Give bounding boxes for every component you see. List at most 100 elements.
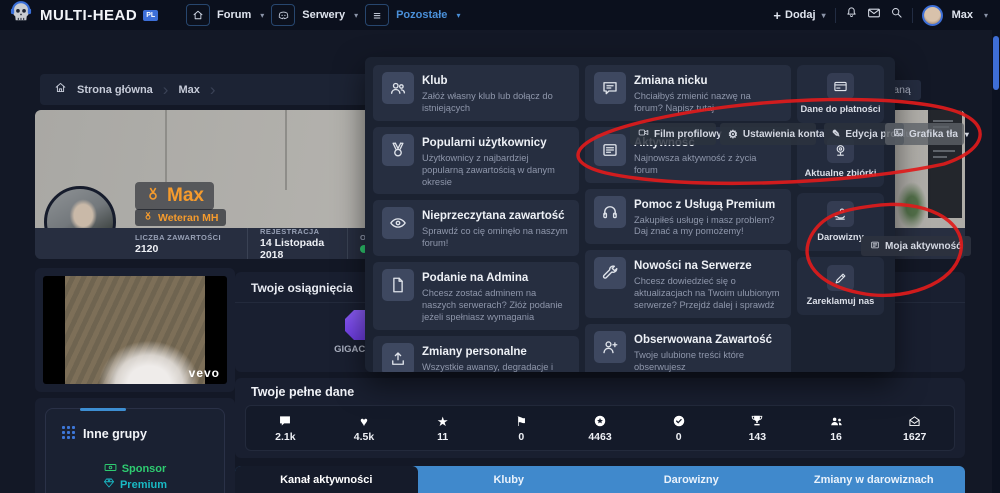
film-profilowy-button[interactable]: Film profilowy	[630, 123, 716, 145]
profile-name: Max	[167, 185, 204, 207]
envelope-icon[interactable]	[867, 6, 881, 25]
groups-card: Inne grupy Sponsor Premium	[35, 398, 235, 493]
camera-icon	[638, 127, 649, 141]
tab-darowizny[interactable]: Darowizny	[600, 466, 783, 493]
user-avatar[interactable]	[922, 5, 943, 26]
home-icon[interactable]	[186, 4, 210, 26]
brand-title: MULTI-HEAD	[40, 7, 137, 24]
menu-item-zmiany-personalne[interactable]: Zmiany personalneWszystkie awansy, degra…	[373, 336, 579, 372]
envelope-open-icon	[908, 414, 921, 429]
tab-zmiany-w-darowiznach[interactable]: Zmiany w darowiznach	[783, 466, 966, 493]
menu-item-obserwowana-zawartosc[interactable]: Obserwowana ZawartośćTwoje ulubione treś…	[585, 324, 791, 372]
home-icon[interactable]	[54, 81, 67, 99]
flag-icon: ⚑	[516, 414, 528, 429]
search-icon[interactable]	[890, 6, 903, 24]
brand[interactable]: MULTI-HEAD PL	[0, 0, 158, 31]
nav-item-serwery[interactable]: Serwery	[302, 9, 345, 21]
menu-item-nowosci[interactable]: Nowości na SerwerzeChcesz dowiedzieć się…	[585, 250, 791, 318]
stat-solved: 0	[639, 414, 718, 443]
group-item-premium[interactable]: Premium	[46, 477, 224, 492]
hamburger-icon[interactable]: ≡	[365, 4, 389, 26]
skull-logo-icon	[8, 0, 34, 31]
stat-messages: 1627	[875, 414, 954, 443]
bell-icon[interactable]	[845, 6, 858, 24]
stat-followers: 16	[797, 414, 876, 443]
group-item-sponsor[interactable]: Sponsor	[46, 461, 224, 477]
gem-icon	[103, 477, 115, 492]
pozostale-mega-menu: KlubZałóż własny klub lub dołącz do istn…	[365, 57, 895, 372]
video-embed-card: vevo	[35, 268, 235, 392]
breadcrumb-separator: ›	[163, 80, 169, 100]
tab-kanal-aktywnosci[interactable]: Kanał aktywności	[235, 466, 418, 493]
profile-tabs: Kanał aktywności Kluby Darowizny Zmiany …	[235, 466, 965, 493]
stat-comments: 2.1k	[246, 414, 325, 443]
wrench-icon	[594, 257, 626, 289]
vevo-watermark: vevo	[189, 366, 220, 380]
divider	[912, 8, 913, 23]
plus-icon: +	[773, 8, 781, 23]
upload-icon	[382, 343, 414, 372]
star-icon: ★	[437, 414, 449, 429]
cover-detail	[285, 110, 287, 190]
stat-likes: ♥ 4.5k	[325, 414, 404, 443]
nav-main: Forum ▾ Serwery ▾ ≡ Pozostałe ▾	[186, 0, 460, 30]
nav-item-forum[interactable]: Forum	[217, 9, 251, 21]
side-item-dane-platnosci[interactable]: Dane do płatności	[797, 65, 884, 123]
credit-card-icon	[827, 73, 854, 99]
menu-item-podanie[interactable]: Podanie na AdminaChcesz zostać adminem n…	[373, 262, 579, 330]
chevron-down-icon: ▾	[965, 130, 969, 139]
stat-trophies: 143	[718, 414, 797, 443]
image-icon	[893, 127, 904, 141]
nav-item-pozostale[interactable]: Pozostałe	[396, 9, 447, 21]
scrollbar[interactable]	[992, 30, 1000, 493]
menu-item-nieprzeczytana[interactable]: Nieprzeczytana zawartośćSprawdź co cię o…	[373, 200, 579, 256]
chevron-down-icon: ▾	[984, 11, 988, 20]
tab-kluby[interactable]: Kluby	[418, 466, 601, 493]
add-button[interactable]: + Dodaj ▾	[773, 8, 825, 23]
medal-icon	[382, 134, 414, 166]
grafika-tla-button[interactable]: Grafika tła ▾	[885, 123, 964, 145]
cover-plant	[897, 182, 927, 230]
banknote-icon	[104, 461, 117, 477]
medal-icon	[145, 186, 161, 207]
menu-item-popularni[interactable]: Popularni użytkownicyUżytkownicy z najba…	[373, 127, 579, 195]
newspaper-icon	[870, 240, 880, 253]
users-icon	[829, 414, 844, 429]
video-thumbnail	[65, 276, 205, 384]
profile-stat: REJESTRACJA 14 Listopada 2018	[247, 228, 347, 259]
full-data-card: Twoje pełne dane 2.1k ♥ 4.5k ★ 11 ⚑ 0	[235, 378, 965, 458]
menu-column-left: KlubZałóż własny klub lub dołącz do istn…	[373, 65, 579, 364]
accent-line	[80, 408, 126, 411]
nav-right: + Dodaj ▾ Max ▾	[773, 0, 988, 30]
chevron-down-icon: ▾	[354, 11, 358, 20]
check-circle-icon	[672, 414, 686, 429]
divider	[835, 8, 836, 23]
side-item-zareklamuj[interactable]: Zareklamuj nas	[797, 257, 884, 315]
groups-title: Inne grupy	[83, 427, 147, 441]
newspaper-icon	[594, 134, 626, 166]
ustawienia-konta-button[interactable]: ⚙ Ustawienia konta	[720, 123, 816, 145]
menu-item-zmiana-nicku[interactable]: Zmiana nickuChciałbyś zmienić nazwę na f…	[585, 65, 791, 121]
moja-aktywnosc-button[interactable]: Moja aktywność	[861, 236, 971, 256]
user-menu[interactable]: Max	[952, 9, 973, 21]
user-plus-icon	[594, 331, 626, 363]
video-player[interactable]: vevo	[43, 276, 227, 384]
eye-icon	[382, 207, 414, 239]
gear-icon: ⚙	[728, 128, 738, 141]
profile-rank-badge: Weteran MH	[135, 209, 226, 226]
menu-item-pomoc-premium[interactable]: Pomoc z Usługą PremiumZakupiłeś usługę i…	[585, 189, 791, 245]
comment-icon	[594, 72, 626, 104]
medal-icon	[143, 211, 153, 224]
menu-item-klub[interactable]: KlubZałóż własny klub lub dołącz do istn…	[373, 65, 579, 121]
stat-points: 4463	[561, 414, 640, 443]
groups-box: Inne grupy Sponsor Premium	[45, 408, 225, 493]
breadcrumb-current: Max	[178, 84, 199, 96]
scrollbar-thumb[interactable]	[993, 36, 999, 90]
breadcrumb-separator: ›	[210, 80, 216, 100]
profile-name-chip: Max	[135, 182, 214, 210]
discord-icon[interactable]	[271, 4, 295, 26]
full-data-title: Twoje pełne dane	[251, 385, 354, 399]
chevron-down-icon: ▾	[260, 11, 264, 20]
breadcrumb-home[interactable]: Strona główna	[77, 84, 153, 96]
chevron-down-icon: ▾	[456, 11, 460, 20]
